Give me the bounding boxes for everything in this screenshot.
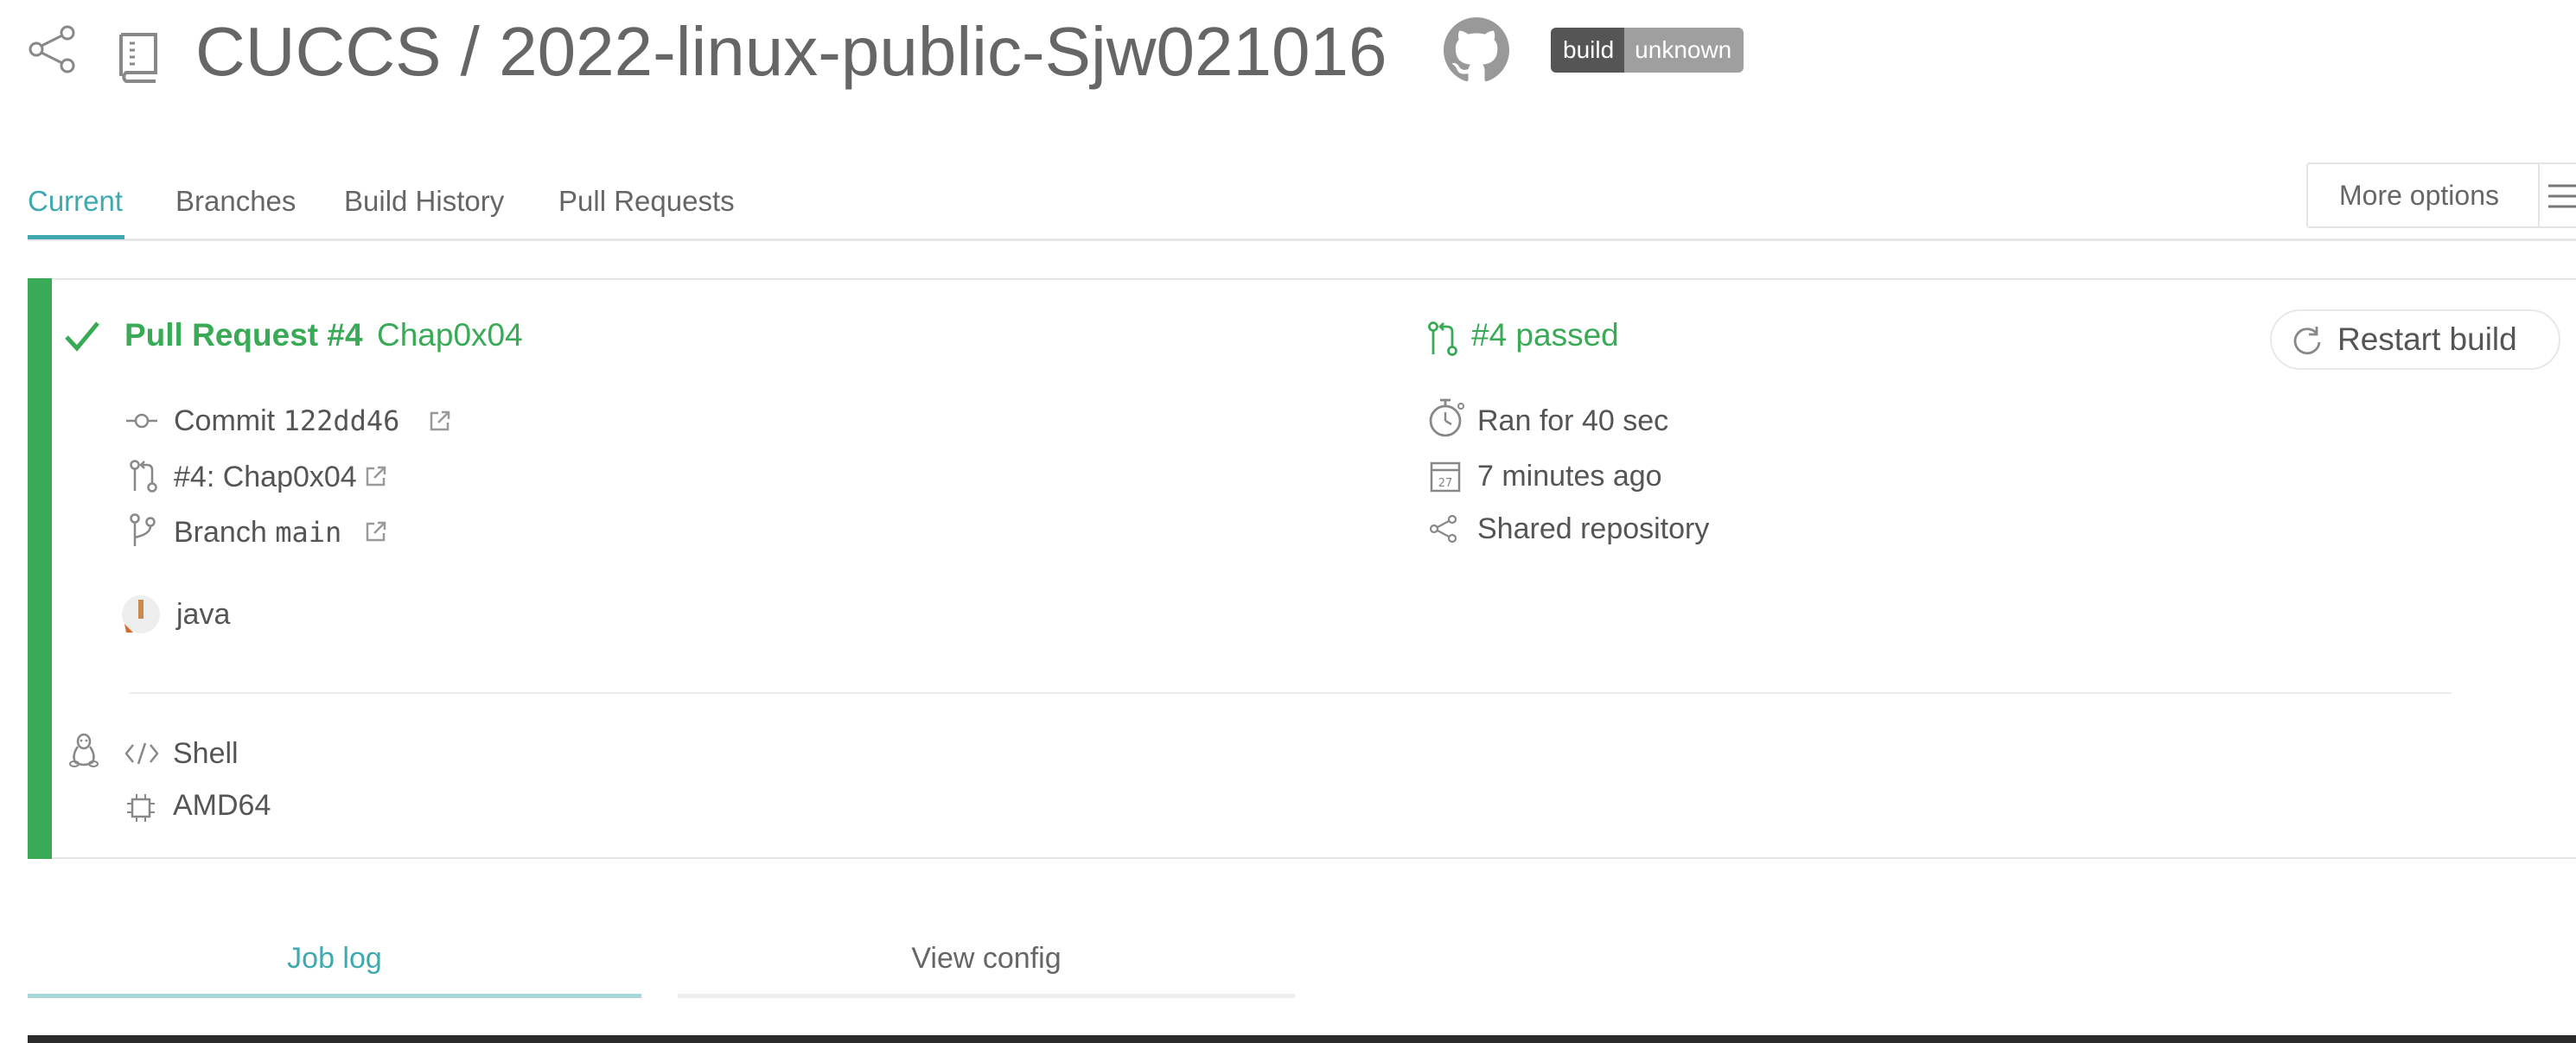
architecture: AMD64: [173, 789, 271, 822]
calendar-day: 27: [1438, 477, 1453, 490]
branch-name: main: [275, 516, 342, 549]
language-type: Shell: [173, 737, 239, 770]
job-log-panel: [28, 1035, 2576, 1043]
github-icon[interactable]: [1444, 17, 1509, 83]
commit-icon: [126, 410, 157, 432]
restart-icon: [2291, 325, 2324, 358]
finished-time: 7 minutes ago: [1477, 460, 1662, 493]
tabs-divider: [28, 238, 2576, 241]
card-divider: [130, 692, 2452, 694]
badge-label: build: [1551, 28, 1625, 73]
linux-icon: [69, 733, 99, 767]
external-link-icon[interactable]: [365, 465, 387, 487]
pull-request-link[interactable]: #4: Chap0x04: [174, 455, 357, 499]
repo-icon: [116, 31, 161, 83]
external-link-icon[interactable]: [429, 410, 451, 432]
branch-icon: [130, 513, 156, 548]
build-subtitle: Chap0x04: [377, 317, 523, 353]
calendar-icon: 27: [1430, 460, 1461, 493]
repo-title: CUCCS / 2022-linux-public-Sjw021016: [195, 13, 1387, 90]
stopwatch-icon: [1428, 397, 1466, 439]
language-label: java: [176, 598, 231, 631]
shared-repository: Shared repository: [1477, 512, 1710, 545]
menu-icon[interactable]: [2547, 183, 2576, 209]
restart-build-button[interactable]: Restart build: [2270, 309, 2560, 370]
java-icon: [121, 595, 161, 634]
tab-branches[interactable]: Branches: [175, 180, 296, 223]
branch-link[interactable]: Branch main: [174, 511, 341, 554]
restart-build-label: Restart build: [2337, 321, 2517, 357]
build-duration: Ran for 40 sec: [1477, 404, 1669, 437]
check-icon: [64, 320, 100, 353]
pull-request-status[interactable]: #4 passed: [1471, 311, 1619, 359]
pull-request-icon: [130, 460, 157, 493]
cpu-icon: [126, 793, 156, 823]
more-options-separator: [2538, 164, 2540, 226]
external-link-icon[interactable]: [365, 520, 387, 543]
build-title-link[interactable]: Pull Request #4: [124, 311, 363, 359]
tab-view-config-underline: [678, 994, 1295, 998]
badge-value: unknown: [1624, 28, 1744, 73]
pull-request-icon: [1428, 321, 1457, 356]
commit-link[interactable]: Commit 122dd46: [174, 399, 399, 442]
build-status-badge[interactable]: build unknown: [1551, 28, 1744, 73]
tab-job-log[interactable]: Job log: [28, 935, 641, 982]
share-icon[interactable]: [29, 25, 76, 73]
tab-pull-requests[interactable]: Pull Requests: [558, 180, 735, 223]
commit-hash: 122dd46: [283, 404, 400, 437]
more-options-label: More options: [2339, 180, 2499, 211]
tab-current[interactable]: Current: [28, 180, 123, 223]
tab-job-log-underline: [28, 994, 641, 998]
code-icon: [124, 741, 159, 766]
tab-current-underline: [28, 235, 124, 239]
branch-label: Branch: [174, 516, 267, 549]
more-options-button[interactable]: More options: [2306, 162, 2576, 228]
tab-view-config[interactable]: View config: [678, 935, 1295, 982]
build-status-stripe: [28, 278, 52, 859]
tab-build-history[interactable]: Build History: [344, 180, 504, 223]
commit-label: Commit: [174, 404, 276, 437]
share-icon: [1429, 514, 1457, 544]
build-card: [28, 278, 2576, 859]
